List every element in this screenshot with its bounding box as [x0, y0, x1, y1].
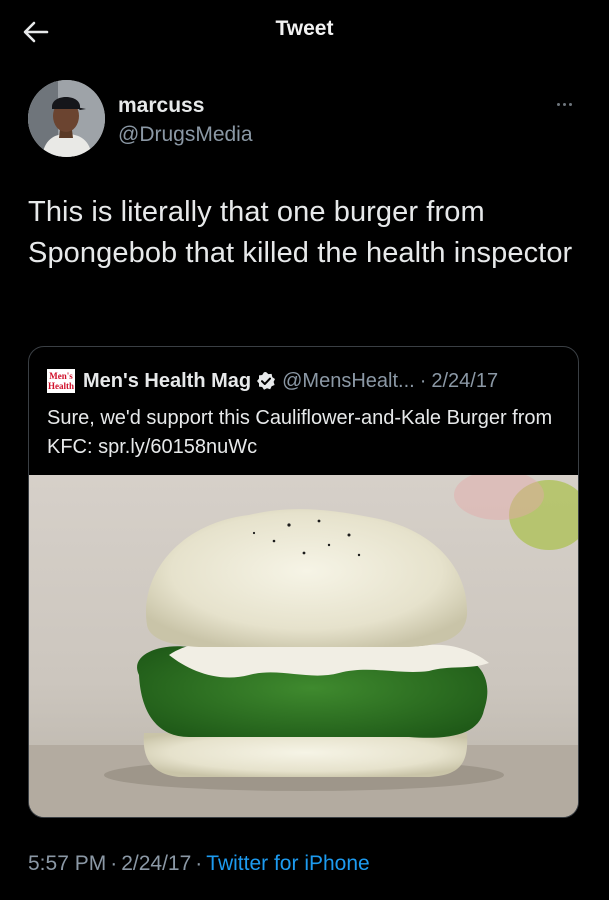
verified-badge-icon	[257, 372, 276, 390]
quoted-tweet-header: Men's Health Men's Health Mag @MensHealt…	[47, 369, 498, 393]
burger-photo[interactable]	[29, 475, 579, 818]
more-horizontal-icon	[556, 102, 560, 106]
avatar-portrait	[28, 80, 105, 157]
more-options-button[interactable]	[549, 94, 579, 114]
svg-text:Health: Health	[48, 381, 74, 391]
tweet-source-link[interactable]: Twitter for iPhone	[206, 852, 369, 875]
avatar[interactable]	[28, 80, 105, 157]
tweet-text: This is literally that one burger from S…	[28, 196, 573, 269]
page-title: Tweet	[275, 17, 334, 40]
quoted-date: 2/24/17	[431, 369, 499, 392]
tweet-metadata: 5:57 PM · 2/24/17 · Twitter for iPhone	[28, 852, 370, 875]
svg-text:Men's: Men's	[49, 371, 73, 381]
quoted-separator: ·	[419, 369, 427, 392]
tweet-time: 5:57 PM	[28, 852, 107, 875]
quoted-tweet[interactable]: Men's Health Men's Health Mag @MensHealt…	[28, 346, 579, 818]
tweet-author: marcuss @DrugsMedia	[28, 80, 583, 160]
quoted-tweet-text: Sure, we'd support this Cauliflower-and-…	[47, 407, 553, 458]
quoted-author-name: Men's Health Mag	[83, 369, 252, 392]
author-handle[interactable]: @DrugsMedia	[118, 123, 253, 147]
tweet-date: 2/24/17	[121, 852, 192, 875]
quoted-author-handle: @MensHealt...	[282, 369, 415, 392]
mens-health-logo[interactable]: Men's Health	[47, 369, 75, 393]
author-display-name[interactable]: marcuss	[118, 94, 204, 118]
top-bar: Tweet	[0, 0, 609, 64]
